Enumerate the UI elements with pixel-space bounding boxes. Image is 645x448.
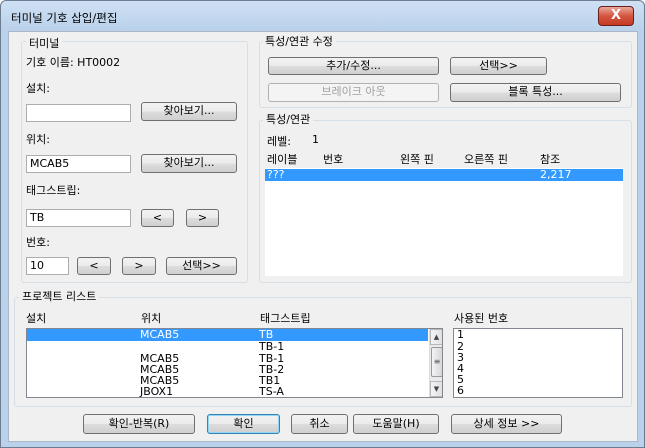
block-props-button[interactable]: 블록 특성...	[450, 83, 621, 102]
tagstrip-prev-button[interactable]: <	[141, 209, 174, 227]
install-input[interactable]	[26, 104, 131, 122]
symbol-name-label: 기호 이름: HT0002	[26, 56, 121, 69]
chevron-right-icon: >	[197, 211, 208, 224]
title-bar[interactable]: 터미널 기호 삽입/편집 X	[1, 1, 644, 31]
tagstrip-input[interactable]: TB	[26, 209, 131, 227]
props-row-label: ???	[267, 168, 285, 181]
project-row[interactable]: JBOX1 TS-A	[27, 386, 428, 398]
number-next-button[interactable]: >	[122, 257, 156, 275]
project-row-location: MCAB5	[140, 328, 180, 341]
project-group-label: 프로젝트 리스트	[19, 288, 100, 304]
project-col-install: 설치	[26, 312, 47, 325]
project-col-location: 위치	[141, 312, 162, 325]
close-icon: X	[610, 8, 622, 23]
tagstrip-label: 태그스트립:	[26, 184, 81, 197]
close-button[interactable]: X	[598, 6, 634, 26]
level-label: 레벨:	[267, 135, 291, 148]
project-row[interactable]: MCAB5 TB	[27, 329, 428, 341]
chevron-left-icon: <	[152, 211, 163, 224]
props-col-number: 번호	[323, 153, 344, 166]
dialog-client: 터미널 기호 이름: HT0002 설치: 찾아보기... 위치: MCAB5 …	[8, 31, 638, 442]
props-col-label: 레이블	[267, 153, 298, 166]
used-number-item[interactable]: 6	[457, 385, 464, 397]
props-col-right-pin: 오른쪽 핀	[464, 153, 508, 166]
project-col-tagstrip: 태그스트립	[260, 312, 311, 325]
install-browse-button[interactable]: 찾아보기...	[141, 102, 237, 121]
level-value: 1	[312, 133, 319, 146]
ok-repeat-button[interactable]: 확인-반복(R)	[83, 414, 195, 434]
add-edit-button[interactable]: 추가/수정...	[268, 57, 439, 75]
location-input[interactable]: MCAB5	[26, 155, 131, 173]
triangle-up-icon: ▲	[433, 333, 440, 341]
number-prev-button[interactable]: <	[77, 257, 111, 275]
project-list-scrollbar[interactable]: ▲ ≡ ▼	[429, 329, 442, 397]
used-numbers-label: 사용된 번호	[454, 312, 509, 325]
location-browse-button[interactable]: 찾아보기...	[141, 154, 237, 173]
location-label: 위치:	[26, 133, 50, 146]
help-button[interactable]: 도움말(H)	[353, 414, 439, 434]
cancel-button[interactable]: 취소	[291, 414, 348, 434]
props-row-ref: 2,217	[540, 168, 572, 181]
dialog-window: 터미널 기호 삽입/편집 X 터미널 기호 이름: HT0002 설치: 찾아보…	[0, 0, 645, 448]
project-row[interactable]: TB-1	[27, 341, 428, 353]
props-col-ref: 참조	[540, 153, 561, 166]
number-input[interactable]: 10	[26, 257, 69, 275]
props-edit-group-label: 특성/연관 수정	[262, 33, 336, 49]
install-label: 설치:	[26, 82, 50, 95]
scroll-down-button[interactable]: ▼	[430, 381, 442, 397]
chevron-right-icon: >	[134, 259, 144, 272]
scroll-up-button[interactable]: ▲	[430, 329, 442, 345]
props-list[interactable]: ??? 2,217	[265, 168, 623, 276]
tagstrip-next-button[interactable]: >	[186, 209, 219, 227]
props-row[interactable]: ??? 2,217	[265, 169, 623, 181]
ok-button[interactable]: 확인	[207, 414, 280, 434]
project-list[interactable]: MCAB5 TB TB-1 MCAB5 TB-1 MCAB5 TB-2 MCAB…	[26, 328, 443, 398]
chevron-left-icon: <	[89, 259, 99, 272]
number-label: 번호:	[26, 236, 50, 249]
project-row-location: JBOX1	[140, 385, 174, 398]
props-col-left-pin: 왼쪽 핀	[400, 153, 434, 166]
break-link-button[interactable]: 브레이크 아웃	[268, 83, 439, 102]
number-select-button[interactable]: 선택>>	[166, 257, 237, 275]
props-select-button[interactable]: 선택>>	[450, 57, 547, 75]
details-button[interactable]: 상세 정보 >>	[451, 414, 562, 434]
project-row-tagstrip: TS-A	[259, 385, 284, 398]
used-numbers-list[interactable]: 1 2 3 4 5 6	[453, 328, 623, 398]
props-group-label: 특성/연관	[263, 111, 314, 127]
window-title: 터미널 기호 삽입/편집	[11, 11, 118, 25]
grip-icon: ≡	[433, 357, 441, 366]
terminal-group-label: 터미널	[26, 35, 63, 51]
triangle-down-icon: ▼	[433, 385, 440, 393]
scroll-thumb[interactable]: ≡	[431, 347, 442, 377]
